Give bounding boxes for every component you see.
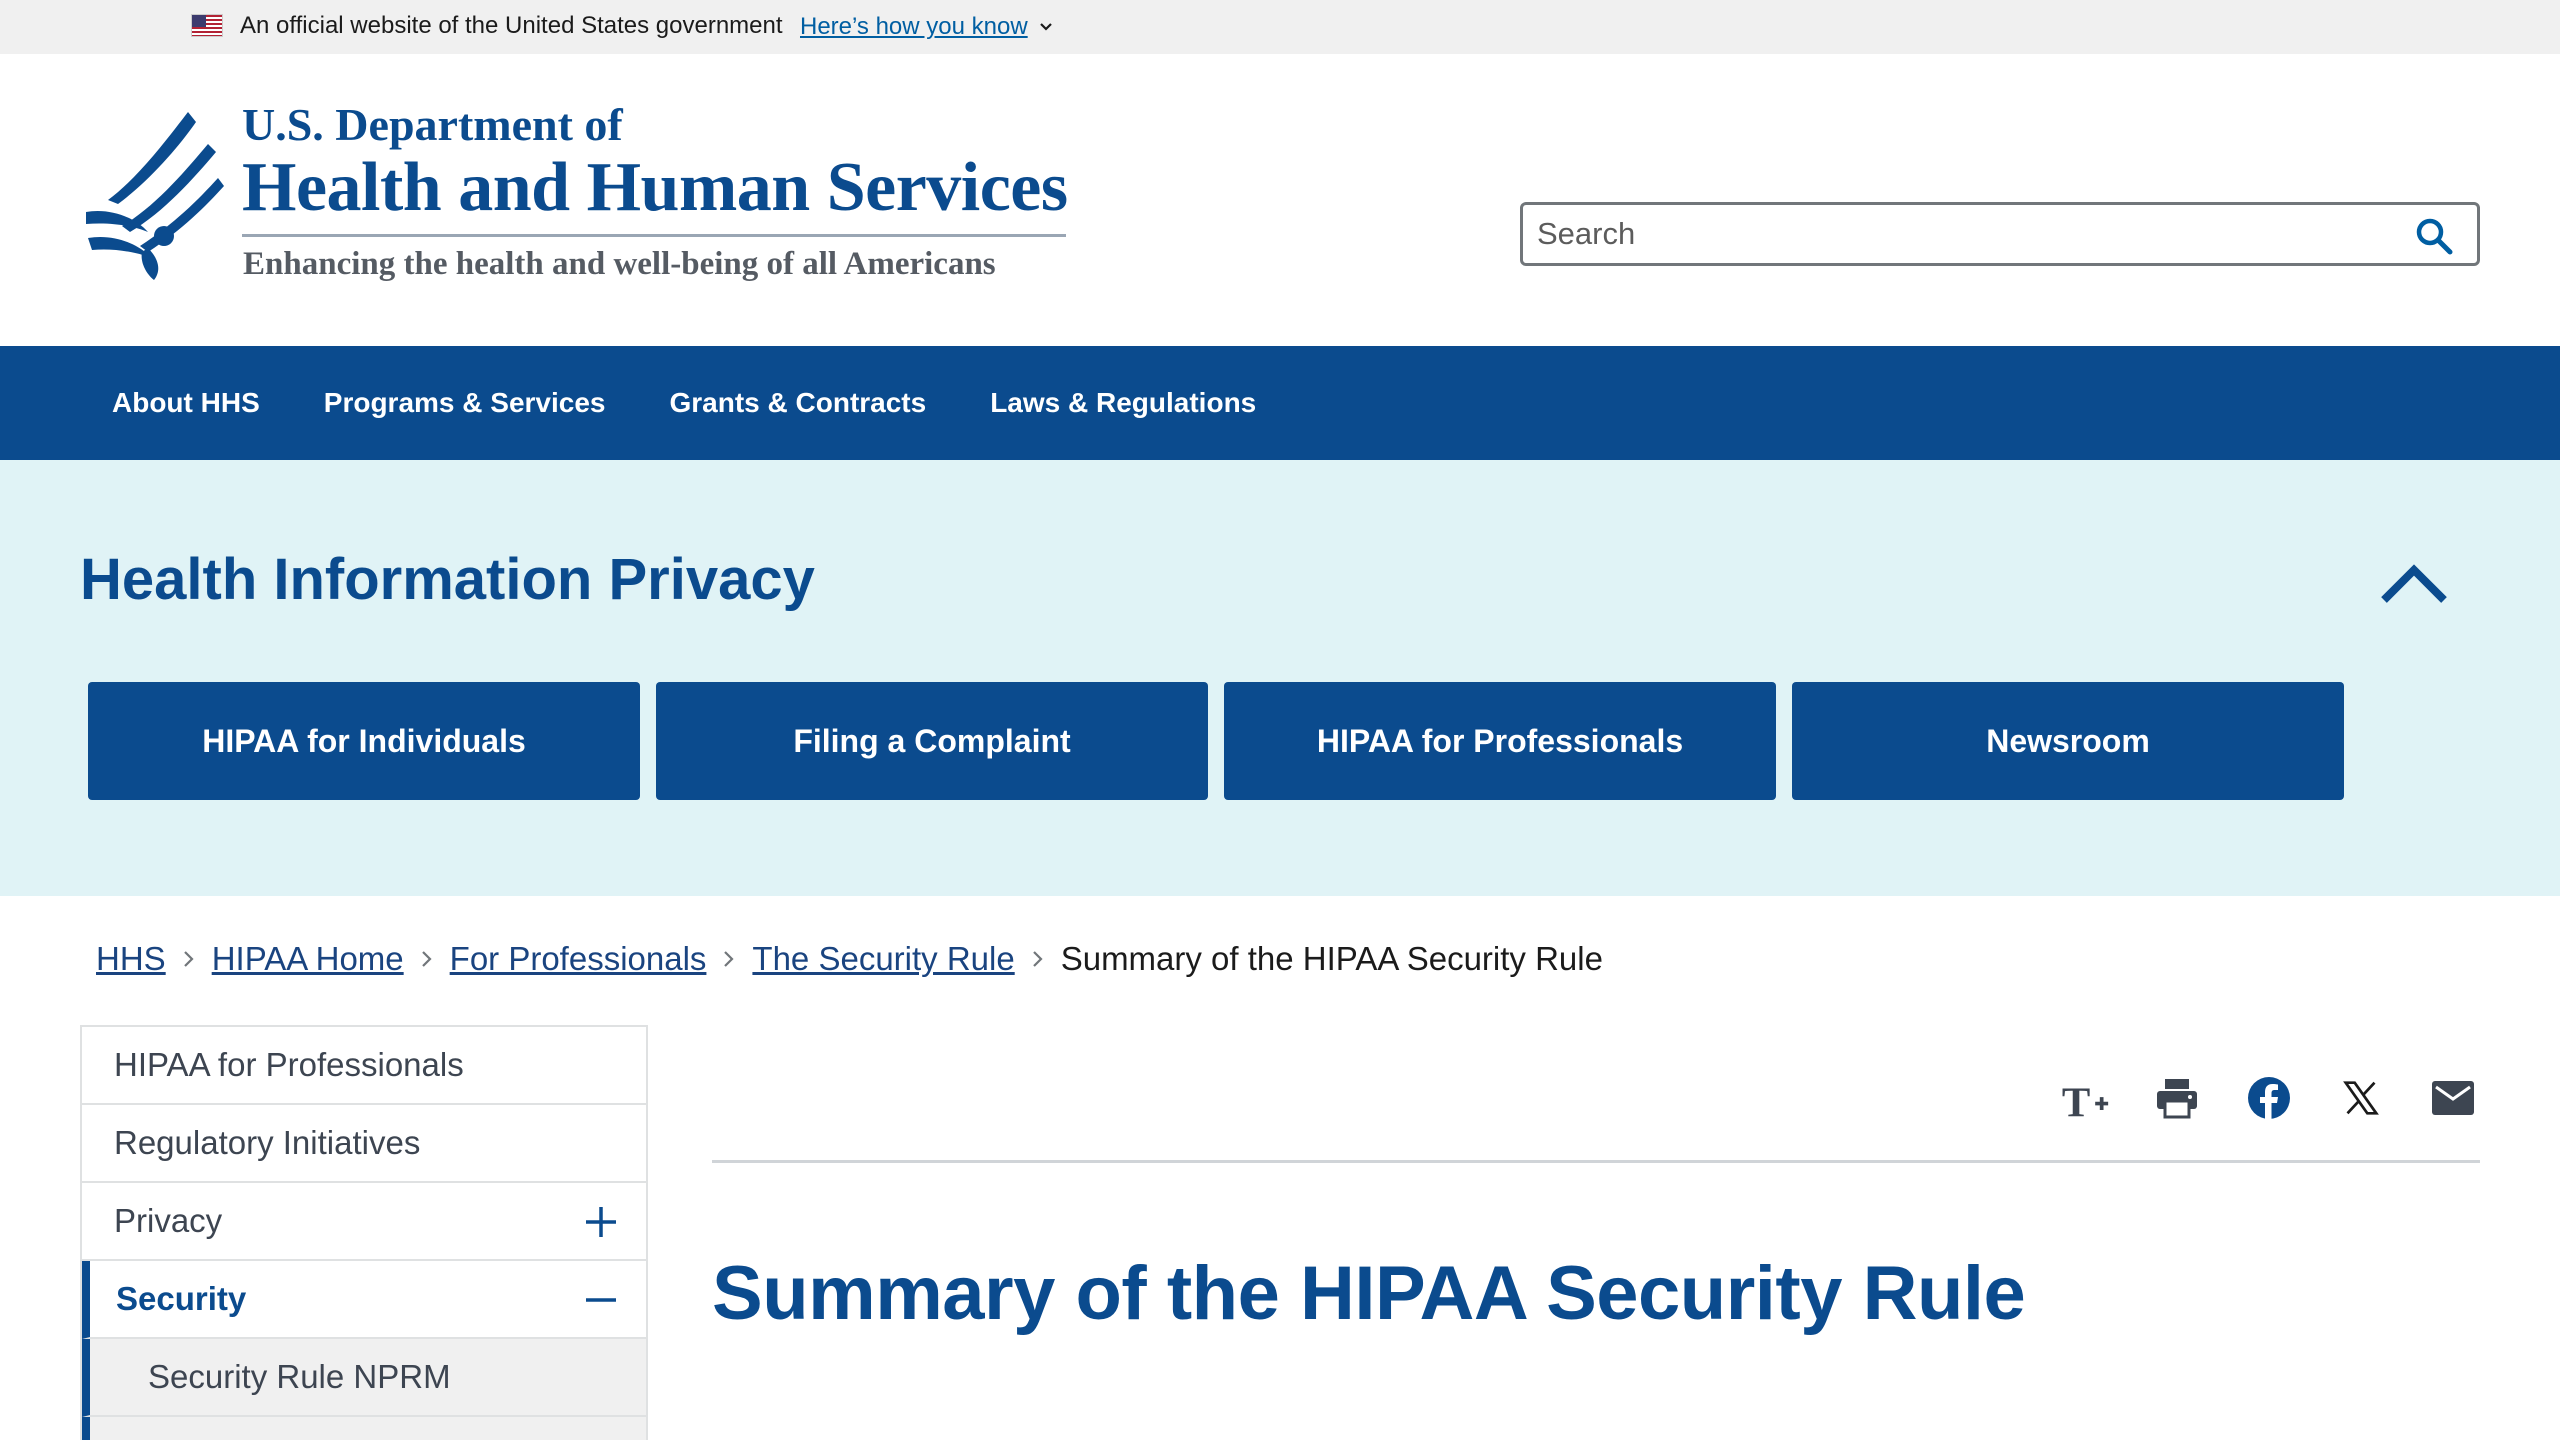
x-icon[interactable] [2336, 1074, 2386, 1122]
hipaa-for-individuals-button[interactable]: HIPAA for Individuals [88, 682, 640, 800]
chevron-right-icon [404, 944, 450, 974]
nav-item-about-hhs[interactable]: About HHS [112, 387, 260, 419]
filing-a-complaint-button[interactable]: Filing a Complaint [656, 682, 1208, 800]
breadcrumb-link-for-professionals[interactable]: For Professionals [450, 940, 707, 978]
hhs-eagle-logo-icon[interactable] [78, 108, 226, 282]
nav-item-grants-contracts[interactable]: Grants & Contracts [669, 387, 926, 419]
newsroom-button[interactable]: Newsroom [1792, 682, 2344, 800]
gov-banner: An official website of the United States… [0, 0, 2560, 54]
logo-divider [242, 234, 1066, 237]
sidenav-item-security-rule-nprm[interactable]: Security Rule NPRM [82, 1339, 646, 1417]
gov-banner-text: An official website of the United States… [240, 12, 783, 39]
hipaa-for-professionals-button[interactable]: HIPAA for Professionals [1224, 682, 1776, 800]
section-hero: Health Information Privacy HIPAA for Ind… [0, 460, 2560, 896]
facebook-icon[interactable] [2244, 1074, 2294, 1122]
section-buttons: HIPAA for Individuals Filing a Complaint… [88, 682, 2344, 800]
breadcrumb: HHS HIPAA Home For Professionals The Sec… [96, 940, 1603, 978]
primary-nav: About HHS Programs & Services Grants & C… [0, 346, 2560, 460]
tools-divider [712, 1160, 2480, 1163]
sidenav-item-hipaa-for-professionals[interactable]: HIPAA for Professionals [82, 1027, 646, 1105]
email-icon[interactable] [2428, 1074, 2478, 1122]
print-icon[interactable] [2152, 1074, 2202, 1122]
chevron-up-icon[interactable] [2378, 556, 2450, 608]
sidenav-item-label[interactable]: Security Rule NPRM [148, 1358, 451, 1396]
sidenav-item-label[interactable]: Security [116, 1280, 246, 1318]
search-icon[interactable] [2413, 215, 2455, 257]
agency-name[interactable]: Health and Human Services [242, 148, 1068, 228]
minus-icon[interactable] [584, 1283, 618, 1317]
sidenav-item-label[interactable]: Privacy [114, 1202, 222, 1240]
chevron-right-icon [1015, 944, 1061, 974]
page-title: Summary of the HIPAA Security Rule [712, 1251, 2026, 1336]
sidenav-item-security[interactable]: Security [82, 1261, 646, 1339]
chevron-right-icon [706, 944, 752, 974]
chevron-down-icon [1039, 23, 1052, 31]
us-flag-icon [191, 14, 223, 37]
search-input[interactable] [1537, 213, 2377, 255]
heres-how-you-know-label[interactable]: Here’s how you know [800, 13, 1028, 41]
nav-item-programs-services[interactable]: Programs & Services [324, 387, 606, 419]
svg-text:T: T [2062, 1080, 2090, 1122]
site-search [1520, 202, 2480, 266]
sidenav-item-label[interactable]: HIPAA for Professionals [114, 1046, 464, 1084]
text-size-icon[interactable]: T [2060, 1074, 2110, 1122]
chevron-right-icon [166, 944, 212, 974]
sidenav-item-regulatory-initiatives[interactable]: Regulatory Initiatives [82, 1105, 646, 1183]
breadcrumb-link-hhs[interactable]: HHS [96, 940, 166, 978]
page-tools: T [2060, 1074, 2478, 1122]
breadcrumb-link-hipaa-home[interactable]: HIPAA Home [212, 940, 404, 978]
section-title: Health Information Privacy [80, 547, 815, 612]
nav-item-laws-regulations[interactable]: Laws & Regulations [990, 387, 1256, 419]
side-nav: HIPAA for Professionals Regulatory Initi… [80, 1025, 648, 1440]
breadcrumb-link-security-rule[interactable]: The Security Rule [752, 940, 1014, 978]
heres-how-you-know-link[interactable]: Here’s how you know [800, 13, 1054, 41]
plus-icon[interactable] [584, 1205, 618, 1239]
sidenav-item-privacy[interactable]: Privacy [82, 1183, 646, 1261]
agency-tagline: Enhancing the health and well-being of a… [243, 246, 996, 282]
breadcrumb-current: Summary of the HIPAA Security Rule [1060, 940, 1603, 977]
sidenav-item-next[interactable] [82, 1417, 646, 1440]
department-line[interactable]: U.S. Department of [242, 98, 623, 151]
sidenav-item-label[interactable]: Regulatory Initiatives [114, 1124, 420, 1162]
